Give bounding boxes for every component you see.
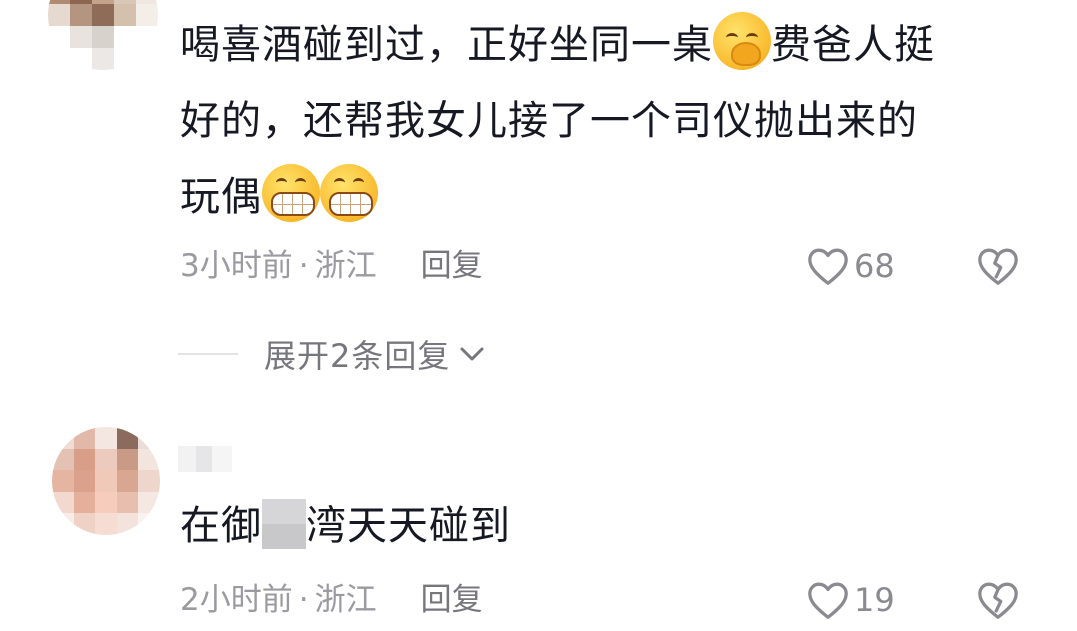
broken-heart-icon (978, 248, 1018, 285)
comment-meta: 2小时前 · 浙江 回复 (180, 582, 483, 618)
expand-replies-button[interactable]: 展开2条回复 (178, 332, 486, 376)
comment-location: 浙江 (314, 248, 377, 284)
avatar[interactable] (52, 427, 160, 535)
censored-mosaic (262, 499, 306, 549)
comment-text: 在御 湾天天碰到 (180, 488, 511, 564)
comment-text: 喝喜酒碰到过，正好坐同一桌 费爸人挺 好的，还帮我女儿接了一个司仪抛出来的 玩偶 (180, 7, 1050, 235)
expand-replies-label: 展开2条回复 (264, 337, 451, 375)
chevron-down-icon (460, 347, 484, 361)
avatar[interactable] (48, 0, 158, 70)
reply-button[interactable]: 回复 (421, 248, 483, 284)
like-count: 19 (854, 581, 895, 619)
comment-line: 好的，还帮我女儿接了一个司仪抛出来的 (180, 98, 918, 144)
heart-icon (808, 248, 848, 285)
reply-button[interactable]: 回复 (421, 582, 483, 618)
comment-location: 浙江 (314, 582, 377, 618)
divider (178, 353, 238, 355)
comment-line: 玩偶 (180, 159, 1050, 235)
heart-icon (808, 582, 848, 619)
grin-face-icon (320, 164, 378, 222)
comment-time: 3小时前 (180, 248, 293, 284)
shy-face-icon (713, 12, 771, 70)
dislike-button[interactable] (976, 580, 1020, 624)
like-count: 68 (854, 247, 895, 285)
comment-meta: 3小时前 · 浙江 回复 (180, 248, 483, 284)
like-button[interactable]: 68 (806, 246, 895, 286)
broken-heart-icon (978, 582, 1018, 619)
like-button[interactable]: 19 (806, 580, 895, 620)
grin-face-icon (262, 164, 320, 222)
comment-line: 喝喜酒碰到过，正好坐同一桌 费爸人挺 (180, 7, 1050, 83)
username-mosaic (178, 446, 238, 472)
dislike-button[interactable] (976, 246, 1020, 290)
comment-time: 2小时前 (180, 582, 293, 618)
